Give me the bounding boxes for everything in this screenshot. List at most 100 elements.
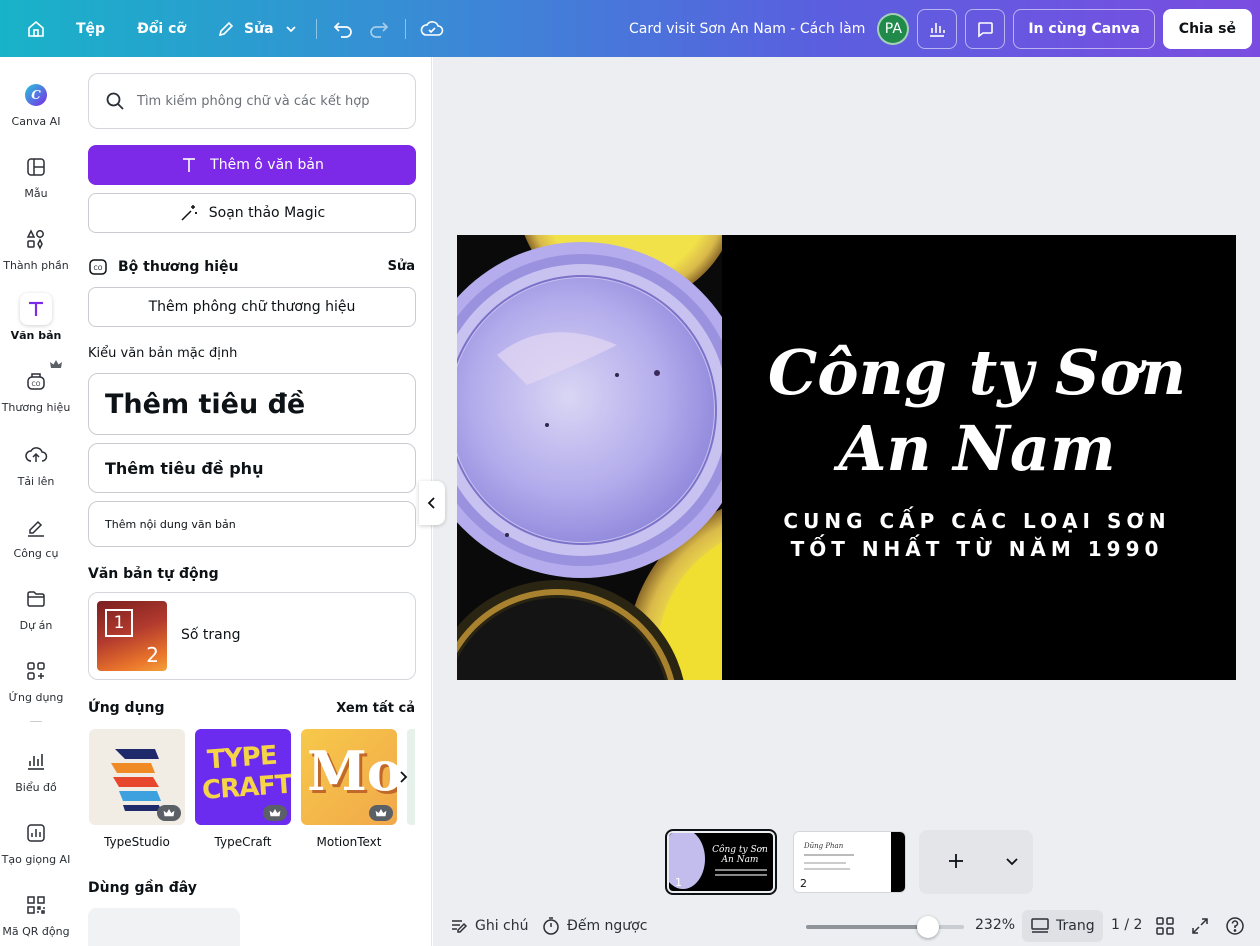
- paint-cans-image[interactable]: [457, 235, 723, 680]
- avatar[interactable]: PA: [877, 12, 910, 45]
- add-subheading-card[interactable]: Thêm tiêu đề phụ: [88, 443, 416, 493]
- add-heading-card[interactable]: Thêm tiêu đề: [88, 373, 416, 435]
- app-label: TypeCraft: [214, 835, 272, 849]
- rail-item-qr[interactable]: Mã QR động: [0, 889, 72, 938]
- rail-label: Công cụ: [13, 547, 59, 560]
- thumb2-line: [804, 862, 846, 864]
- business-card-canvas[interactable]: Công ty Sơn An Nam CUNG CẤP CÁC LOẠI SƠN…: [457, 235, 1236, 680]
- fullscreen-icon[interactable]: [1190, 916, 1210, 940]
- rail-label: Canva AI: [11, 115, 61, 128]
- print-with-canva-button[interactable]: In cùng Canva: [1013, 8, 1155, 49]
- file-menu[interactable]: Tệp: [66, 11, 115, 47]
- timer-icon: [543, 917, 559, 935]
- home-icon[interactable]: [18, 11, 54, 47]
- see-all-apps-link[interactable]: Xem tất cả: [336, 701, 415, 716]
- share-button[interactable]: Chia sẻ: [1162, 8, 1252, 49]
- font-search-input[interactable]: Tìm kiếm phông chữ và các kết hợp: [88, 73, 416, 129]
- add-page-button[interactable]: [919, 830, 1033, 894]
- apps-next-arrow[interactable]: [394, 767, 412, 787]
- rail-label: Mẫu: [24, 187, 48, 200]
- zoom-percentage[interactable]: 232%: [975, 917, 1015, 933]
- notes-button[interactable]: Ghi chú: [449, 916, 529, 936]
- rail-label: Tải lên: [17, 475, 55, 488]
- elements-icon: [20, 223, 52, 255]
- chevron-down-icon[interactable]: [1005, 856, 1019, 868]
- page-number-icon-a: 1: [105, 609, 133, 637]
- folder-icon: [20, 583, 52, 615]
- recent-item[interactable]: [88, 908, 240, 946]
- rail-item-elements[interactable]: Thành phần: [0, 223, 72, 272]
- rail-item-tools[interactable]: Công cụ: [0, 511, 72, 560]
- app-tile-motiontext[interactable]: Mo: [301, 729, 397, 825]
- brand-kit-edit-link[interactable]: Sửa: [388, 259, 415, 274]
- pages-icon: [1031, 918, 1049, 933]
- grid-view-icon[interactable]: [1155, 916, 1175, 940]
- magic-write-button[interactable]: Soạn thảo Magic: [88, 193, 416, 233]
- comments-button[interactable]: [965, 8, 1006, 49]
- rail-item-ai-voice[interactable]: Tạo giọng AI: [0, 817, 72, 866]
- help-icon[interactable]: [1225, 916, 1245, 940]
- rail-item-projects[interactable]: Dự án: [0, 583, 72, 632]
- undo-icon[interactable]: [325, 11, 361, 47]
- zoom-slider-handle[interactable]: [916, 916, 939, 938]
- thumb-subtitle-line: [715, 869, 767, 871]
- page-thumbnail-1[interactable]: Công ty Sơn An Nam 1: [665, 829, 777, 895]
- brand-icon: CO: [20, 365, 52, 397]
- zoom-slider-fill: [806, 925, 928, 929]
- crown-icon: [269, 808, 281, 816]
- thumb-title-text: Công ty Sơn An Nam: [712, 845, 768, 865]
- rail-label: Tạo giọng AI: [1, 853, 71, 866]
- app-tile-typecraft[interactable]: TYPE CRAFT: [195, 729, 291, 825]
- add-body-text-card[interactable]: Thêm nội dung văn bản: [88, 501, 416, 547]
- rail-item-apps[interactable]: Ứng dụng: [0, 655, 72, 704]
- brand-kit-icon: CO: [89, 259, 107, 275]
- rail-item-brand[interactable]: CO Thương hiệu: [0, 360, 72, 414]
- page-count[interactable]: 1 / 2: [1111, 917, 1142, 933]
- svg-text:CO: CO: [32, 381, 41, 388]
- apps-icon: [20, 655, 52, 687]
- default-styles-title: Kiểu văn bản mặc định: [88, 346, 238, 361]
- text-panel: Tìm kiếm phông chữ và các kết hợp Thêm ô…: [72, 57, 432, 946]
- rail-item-uploads[interactable]: Tải lên: [0, 439, 72, 488]
- thumb2-name-text: Dũng Phan: [804, 842, 844, 850]
- notes-label: Ghi chú: [475, 918, 529, 934]
- ai-voice-icon: [20, 817, 52, 849]
- rail-item-canva-ai[interactable]: C Canva AI: [0, 79, 72, 128]
- collapse-panel-button[interactable]: [419, 481, 445, 525]
- app-tile-typestudio[interactable]: [89, 729, 185, 825]
- redo-icon[interactable]: [361, 11, 397, 47]
- rail-label: Thành phần: [3, 259, 69, 272]
- crown-icon: [375, 808, 387, 816]
- document-title[interactable]: Card visit Sơn An Nam - Cách làm: [629, 21, 865, 37]
- crown-icon: [163, 808, 175, 816]
- search-placeholder: Tìm kiếm phông chữ và các kết hợp: [137, 93, 370, 109]
- pages-view-button[interactable]: Trang: [1022, 910, 1103, 942]
- magic-write-label: Soạn thảo Magic: [208, 205, 326, 221]
- page-thumbnail-2[interactable]: Dũng Phan 2: [793, 831, 906, 893]
- timer-button[interactable]: Đếm ngược: [541, 916, 647, 936]
- premium-badge: [369, 805, 393, 821]
- edit-menu[interactable]: Sửa: [206, 11, 308, 47]
- rail-item-templates[interactable]: Mẫu: [0, 151, 72, 200]
- notes-icon: [452, 920, 468, 933]
- edit-label: Sửa: [244, 20, 274, 37]
- insights-button[interactable]: [917, 8, 958, 49]
- svg-text:CO: CO: [94, 265, 103, 272]
- add-textbox-button[interactable]: Thêm ô văn bản: [88, 145, 416, 185]
- tools-icon: [20, 511, 52, 543]
- page-number: 1: [675, 876, 682, 889]
- rail-label: Mã QR động: [2, 925, 70, 938]
- card-subtitle-text[interactable]: CUNG CẤP CÁC LOẠI SƠN TỐT NHẤT TỪ NĂM 19…: [767, 507, 1187, 563]
- pencil-icon: [218, 21, 234, 36]
- rail-item-charts[interactable]: Biểu đồ: [0, 745, 72, 794]
- zoom-slider[interactable]: [806, 925, 964, 929]
- card-title-text[interactable]: Công ty Sơn An Nam: [767, 335, 1187, 487]
- page-number: 2: [800, 877, 807, 890]
- template-icon: [20, 151, 52, 183]
- rail-item-text[interactable]: Văn bản: [0, 293, 72, 342]
- resize-menu[interactable]: Đổi cỡ: [127, 11, 196, 47]
- thumb2-black-strip: [891, 832, 905, 892]
- add-brand-font-button[interactable]: Thêm phông chữ thương hiệu: [88, 287, 416, 327]
- cloud-saved-icon[interactable]: [414, 11, 450, 47]
- page-number-card[interactable]: 1 2 Số trang: [88, 592, 416, 680]
